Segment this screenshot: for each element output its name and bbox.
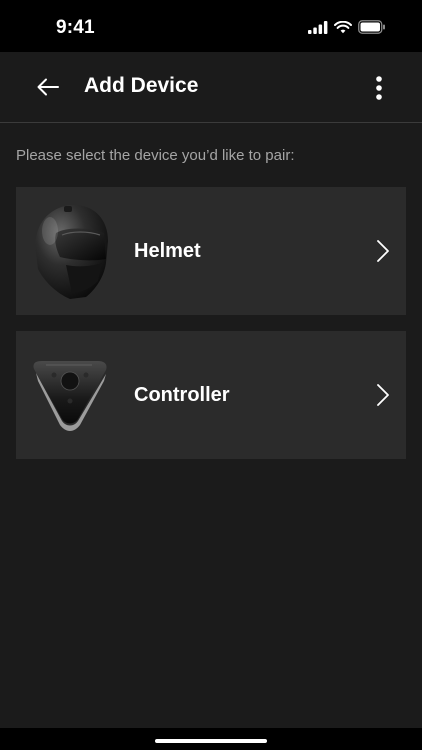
pairing-instruction: Please select the device you’d like to p… bbox=[16, 147, 295, 164]
controller-image bbox=[33, 361, 107, 431]
arrow-left-icon bbox=[37, 78, 59, 96]
chevron-right-icon bbox=[377, 384, 389, 406]
more-vertical-icon bbox=[376, 76, 382, 100]
more-options-button[interactable] bbox=[364, 72, 394, 104]
helmet-image bbox=[35, 205, 108, 299]
app-header: Add Device bbox=[0, 52, 422, 122]
device-label-helmet: Helmet bbox=[134, 240, 201, 262]
signal-icon bbox=[308, 20, 328, 34]
back-button[interactable] bbox=[30, 72, 66, 102]
status-time: 9:41 bbox=[56, 17, 95, 38]
page-title: Add Device bbox=[84, 74, 199, 97]
wifi-icon bbox=[334, 20, 352, 33]
device-label-controller: Controller bbox=[134, 384, 230, 406]
chevron-right-icon bbox=[377, 240, 389, 262]
header-divider bbox=[0, 122, 422, 123]
status-bar: 9:41 bbox=[0, 0, 422, 52]
device-card-controller[interactable]: Controller bbox=[16, 331, 406, 459]
device-card-helmet[interactable]: Helmet bbox=[16, 187, 406, 315]
home-indicator[interactable] bbox=[155, 739, 267, 743]
battery-icon bbox=[358, 20, 385, 34]
status-icons bbox=[308, 20, 386, 34]
